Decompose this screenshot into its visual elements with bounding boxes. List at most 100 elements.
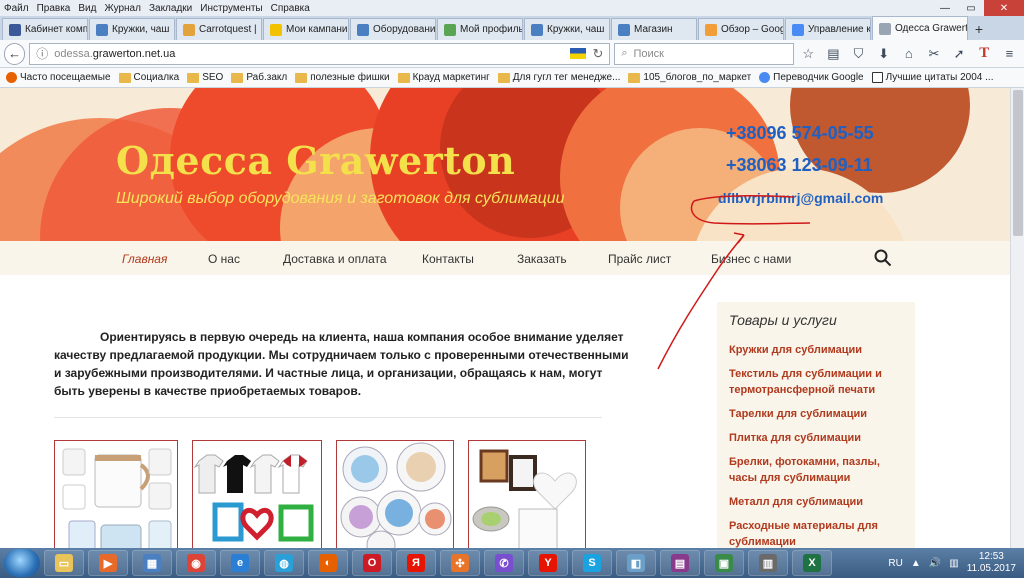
bookmark-item[interactable]: Социалка: [118, 72, 180, 83]
language-indicator[interactable]: RU: [888, 558, 902, 569]
menu-item[interactable]: Файл: [4, 3, 29, 14]
category-link[interactable]: Брелки, фотокамни, пазлы, часы для субли…: [729, 454, 903, 486]
site-info-icon[interactable]: ⓘ: [36, 45, 48, 62]
screenshot-icon[interactable]: ✂: [923, 43, 944, 65]
bookmark-label: Социалка: [133, 72, 180, 83]
menu-item[interactable]: Справка: [271, 3, 310, 14]
taskbar-skype-button[interactable]: S: [572, 550, 612, 576]
taskbar-notes-button[interactable]: ◧: [616, 550, 656, 576]
browser-tab[interactable]: Carrotquest |: [176, 18, 262, 40]
taskbar-skype-old-button[interactable]: ◍: [264, 550, 304, 576]
site-title[interactable]: Одесса Grawerton: [116, 138, 515, 183]
b-icon: [871, 72, 883, 83]
taskbar-firefox-button[interactable]: ◐: [308, 550, 348, 576]
sync-icon[interactable]: ➚: [949, 43, 970, 65]
taskbar-monitor-button[interactable]: ▣: [704, 550, 744, 576]
product-card-mugs[interactable]: [54, 440, 178, 548]
nav-link[interactable]: Доставка и оплата: [283, 252, 387, 266]
taskbar-excel-button[interactable]: X: [792, 550, 832, 576]
clock[interactable]: 12:53 11.05.2017: [967, 551, 1016, 575]
address-bar[interactable]: ⓘ odessa.grawerton.net.ua ↻: [29, 42, 611, 65]
category-link[interactable]: Расходные материалы для сублимации: [729, 518, 903, 548]
hamburger-menu-icon[interactable]: ≡: [999, 43, 1020, 65]
menu-item[interactable]: Вид: [78, 3, 96, 14]
reload-icon[interactable]: ↻: [592, 46, 603, 62]
scrollbar-thumb[interactable]: [1013, 90, 1023, 236]
taskbar-chrome-button[interactable]: ◉: [176, 550, 216, 576]
browser-tab[interactable]: Кружки, чаш: [524, 18, 610, 40]
nav-link[interactable]: Заказать: [517, 252, 567, 266]
bookmark-label: Крауд маркетинг: [412, 72, 490, 83]
taskbar-media-button[interactable]: ▶: [88, 550, 128, 576]
start-button[interactable]: [4, 549, 40, 577]
volume-icon[interactable]: 🔊: [929, 558, 941, 569]
winrar-icon: ▤: [671, 554, 689, 572]
browser-tab[interactable]: Магазин: [611, 18, 697, 40]
bookmark-label: 105_блогов_по_маркет: [643, 72, 752, 83]
bookmark-star-icon[interactable]: ☆: [798, 43, 819, 65]
bookmark-item[interactable]: Для гугл тег менедже...: [497, 72, 620, 83]
menu-item[interactable]: Журнал: [104, 3, 141, 14]
browser-tab[interactable]: Обзор – Goog: [698, 18, 784, 40]
menu-item[interactable]: Закладки: [149, 3, 192, 14]
tab-favicon-icon: [444, 23, 456, 36]
browser-tab[interactable]: Мои кампани: [263, 18, 349, 40]
minimize-button[interactable]: —: [932, 0, 958, 16]
tab-label: Магазин: [634, 24, 673, 35]
bookmark-item[interactable]: Крауд маркетинг: [397, 72, 490, 83]
pocket-icon[interactable]: ⛉: [848, 43, 869, 65]
home-icon[interactable]: ⌂: [898, 43, 919, 65]
bookmark-item[interactable]: Раб.закл: [231, 72, 287, 83]
bookmark-item[interactable]: Лучшие цитаты 2004 ...: [871, 72, 993, 83]
category-link[interactable]: Тарелки для сублимации: [729, 406, 903, 422]
browser-tab[interactable]: Кабинет комп: [2, 18, 88, 40]
nav-link[interactable]: Главная: [122, 252, 167, 266]
browser-tab[interactable]: Кружки, чаш: [89, 18, 175, 40]
bookmark-item[interactable]: Часто посещаемые: [6, 72, 111, 83]
taskbar-archive-button[interactable]: ▥: [748, 550, 788, 576]
menu-item[interactable]: Инструменты: [200, 3, 262, 14]
taskbar-winrar-button[interactable]: ▤: [660, 550, 700, 576]
close-window-button[interactable]: ✕: [984, 0, 1024, 16]
product-card-tiles[interactable]: [468, 440, 586, 548]
category-link[interactable]: Металл для сублимации: [729, 494, 903, 510]
taskbar-tool-button[interactable]: ✣: [440, 550, 480, 576]
new-tab-button[interactable]: +: [969, 18, 989, 40]
google-icon: [759, 72, 771, 83]
archive-icon: ▥: [759, 554, 777, 572]
translate-extension-icon[interactable]: T: [974, 43, 995, 65]
taskbar-yandex-button[interactable]: Я: [396, 550, 436, 576]
tray-arrow-icon[interactable]: ▲: [911, 558, 921, 569]
bookmark-item[interactable]: Переводчик Google: [759, 72, 864, 83]
browser-tab[interactable]: Одесса Grawert✕: [872, 16, 968, 40]
reading-list-icon[interactable]: ▤: [823, 43, 844, 65]
browser-tab[interactable]: Мой профиль: [437, 18, 523, 40]
url-text[interactable]: odessa.grawerton.net.ua: [54, 48, 564, 60]
bookmark-item[interactable]: 105_блогов_по_маркет: [628, 72, 751, 83]
menu-item[interactable]: Правка: [37, 3, 71, 14]
maximize-button[interactable]: ▭: [958, 0, 984, 16]
browser-tab[interactable]: Управление к: [785, 18, 871, 40]
product-card-textile[interactable]: [192, 440, 322, 548]
browser-tab[interactable]: Оборудовани: [350, 18, 436, 40]
taskbar-store-button[interactable]: ▦: [132, 550, 172, 576]
downloads-icon[interactable]: ⬇: [873, 43, 894, 65]
tab-favicon-icon: [96, 23, 108, 36]
taskbar-viber-button[interactable]: ✆: [484, 550, 524, 576]
phone-number-1[interactable]: +38096 574-05-55: [726, 123, 874, 144]
network-icon[interactable]: ▥: [949, 558, 958, 569]
taskbar-opera-button[interactable]: O: [352, 550, 392, 576]
taskbar-yandex-browser-button[interactable]: Y: [528, 550, 568, 576]
search-bar[interactable]: ⌕ Поиск: [614, 42, 794, 65]
nav-link[interactable]: Контакты: [422, 252, 474, 266]
nav-link[interactable]: О нас: [208, 252, 240, 266]
taskbar-explorer-button[interactable]: ▭: [44, 550, 84, 576]
page-scrollbar[interactable]: [1010, 88, 1024, 548]
bookmark-item[interactable]: полезные фишки: [295, 72, 390, 83]
phone-number-2[interactable]: +38063 123-09-11: [726, 155, 873, 176]
back-button[interactable]: ←: [4, 42, 26, 65]
taskbar-ie-browser-button[interactable]: e: [220, 550, 260, 576]
product-card-plates[interactable]: [336, 440, 454, 548]
bookmark-item[interactable]: SEO: [187, 72, 223, 83]
category-link[interactable]: Плитка для сублимации: [729, 430, 903, 446]
